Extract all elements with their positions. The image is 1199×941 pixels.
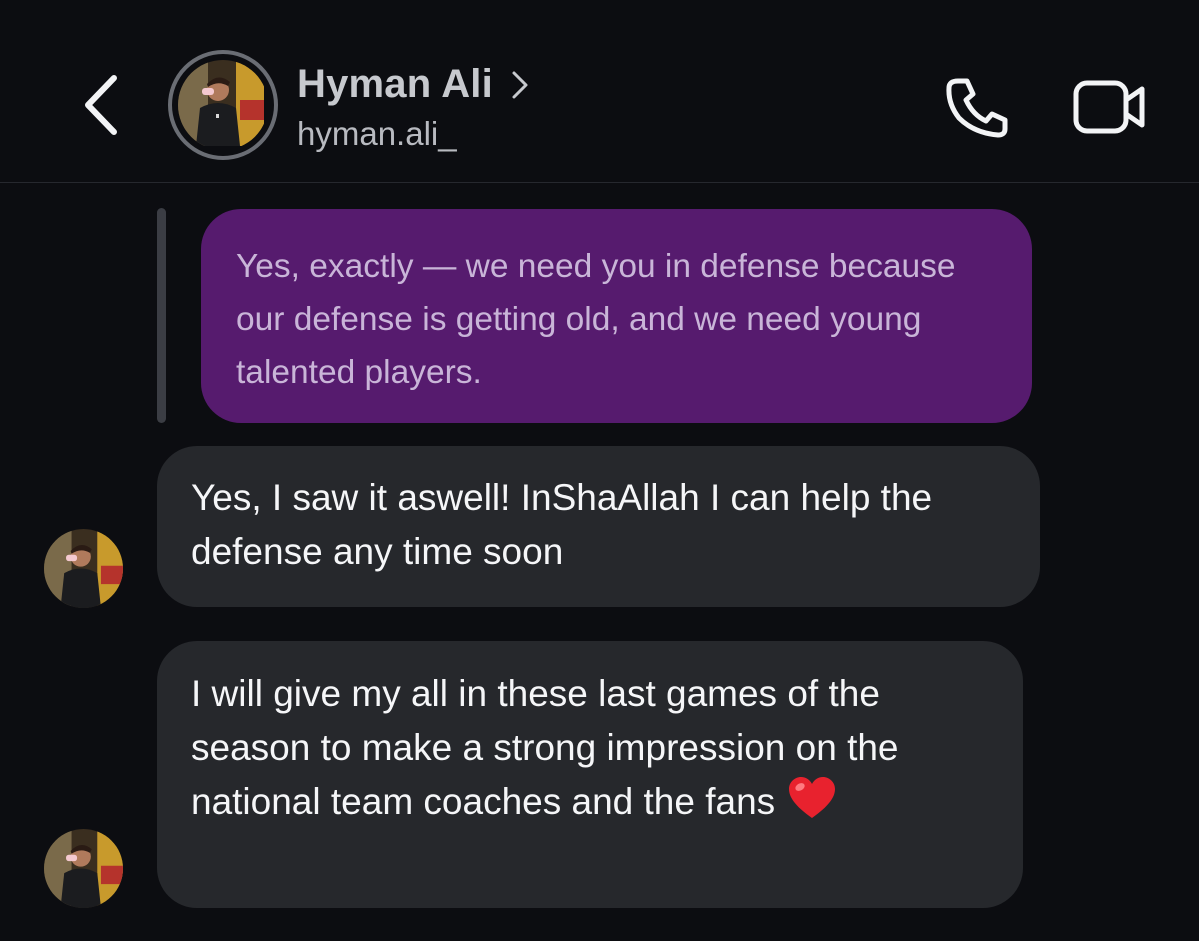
contact-username: hyman.ali_ bbox=[297, 115, 457, 152]
voice-call-button[interactable] bbox=[944, 76, 1010, 138]
name-row: Hyman Ali bbox=[297, 62, 529, 107]
contact-info[interactable]: Hyman Ali hyman.ali_ bbox=[297, 62, 529, 153]
profile-avatar[interactable] bbox=[168, 50, 278, 160]
avatar-photo bbox=[178, 60, 268, 150]
sender-avatar[interactable] bbox=[44, 529, 123, 608]
chevron-left-icon bbox=[85, 75, 117, 135]
contact-name: Hyman Ali bbox=[297, 62, 493, 106]
video-camera-icon bbox=[1073, 80, 1145, 134]
reply-indicator-bar bbox=[157, 208, 166, 423]
red-heart-emoji-icon bbox=[789, 777, 836, 818]
received-message-bubble[interactable]: Yes, I saw it aswell! InShaAllah I can h… bbox=[157, 446, 1040, 607]
received-message-bubble[interactable]: I will give my all in these last games o… bbox=[157, 641, 1023, 908]
chat-header: Hyman Ali hyman.ali_ bbox=[0, 0, 1199, 183]
back-button[interactable] bbox=[78, 72, 122, 138]
video-call-button[interactable] bbox=[1073, 80, 1147, 134]
sender-avatar[interactable] bbox=[44, 829, 123, 908]
quoted-message-bubble[interactable]: Yes, exactly — we need you in defense be… bbox=[201, 209, 1032, 423]
chat-screen: Hyman Ali hyman.ali_ Yes, exactly — we n… bbox=[0, 0, 1199, 941]
phone-icon bbox=[946, 78, 1008, 138]
chevron-right-icon bbox=[512, 71, 528, 98]
